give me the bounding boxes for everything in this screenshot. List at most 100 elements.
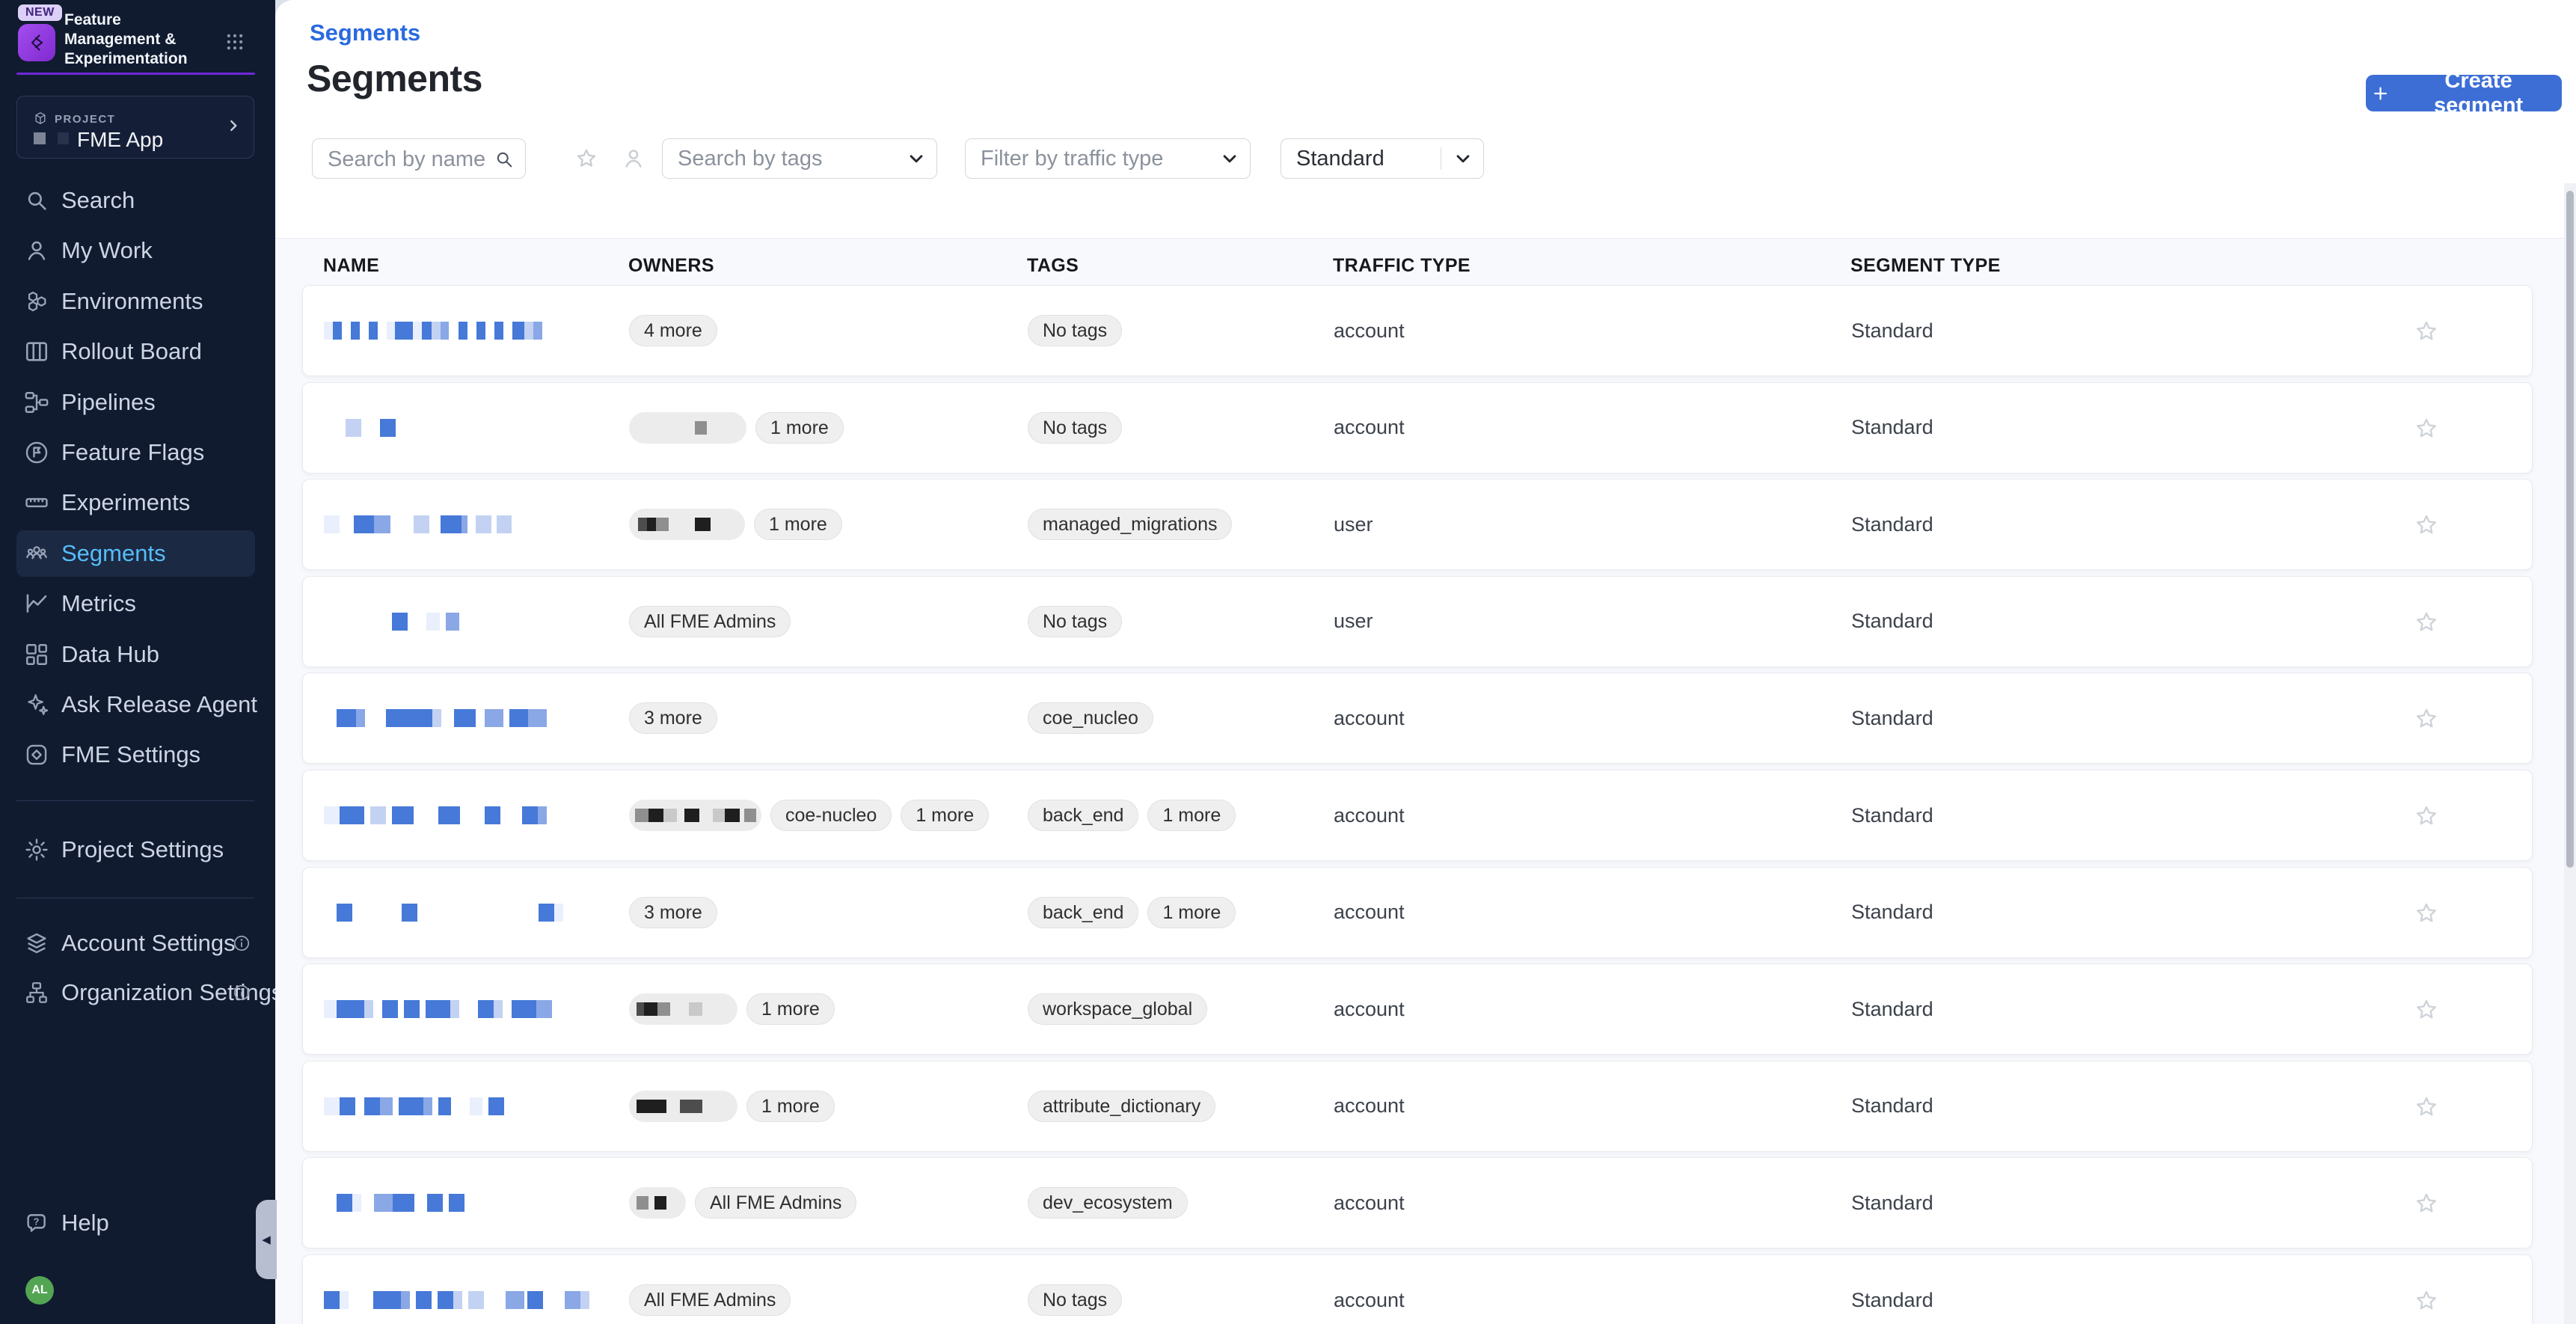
traffic-type-cell: account (1334, 868, 1405, 957)
traffic-type-value: user (1334, 513, 1373, 536)
favorite-star-icon[interactable] (2414, 997, 2439, 1023)
table-row[interactable]: 3 moreback_end1 moreaccountStandard (302, 867, 2533, 958)
sidebar-item-my-work[interactable]: My Work (16, 227, 255, 274)
segment-name-redacted[interactable] (324, 673, 547, 763)
user-avatar[interactable]: AL (25, 1276, 54, 1305)
sidebar-item-segments[interactable]: Segments (16, 530, 255, 577)
project-selector[interactable]: PROJECT FME App (16, 96, 254, 159)
favorite-star-icon[interactable] (2414, 1191, 2439, 1216)
filter-bar: Search by tags Filter by traffic type St… (275, 138, 2576, 182)
my-segments-filter-icon[interactable] (622, 147, 645, 171)
segment-type-select[interactable]: Standard (1281, 138, 1484, 179)
redacted-text-block (399, 1097, 423, 1115)
favorite-star-icon[interactable] (2414, 706, 2439, 732)
sidebar-header: NEW Feature Management & Experimentation (0, 0, 275, 75)
segment-type-value: Standard (1851, 1094, 1933, 1118)
sidebar-item-help[interactable]: Help (16, 1200, 166, 1246)
app-switcher-icon[interactable] (224, 31, 245, 52)
segment-type-cell: Standard (1851, 286, 1933, 376)
favorite-star-icon[interactable] (2414, 319, 2439, 344)
segment-type-cell: Standard (1851, 577, 1933, 666)
sidebar-collapse-handle[interactable]: ◀ (256, 1200, 277, 1279)
sidebar-item-metrics[interactable]: Metrics (16, 580, 255, 627)
redacted-text-block (494, 322, 503, 340)
table-row[interactable]: 1 moremanaged_migrationsuserStandard (302, 479, 2533, 570)
redacted-text-block (365, 709, 386, 727)
segment-name-redacted[interactable] (324, 868, 563, 957)
table-row[interactable]: All FME Adminsdev_ecosystemaccountStanda… (302, 1157, 2533, 1248)
redacted-text-block (449, 322, 459, 340)
tags-filter-select[interactable]: Search by tags (662, 138, 937, 179)
favorite-star-icon[interactable] (2414, 512, 2439, 538)
owners-cell: All FME Admins (629, 577, 791, 666)
segment-name-redacted[interactable] (324, 770, 547, 860)
sidebar-item-experiments[interactable]: Experiments (16, 479, 255, 526)
favorite-star-icon[interactable] (2414, 803, 2439, 829)
favorite-star-icon[interactable] (2414, 1094, 2439, 1120)
segment-name-redacted[interactable] (324, 286, 542, 376)
segment-name-redacted[interactable] (324, 1061, 504, 1151)
sidebar-item-data-hub[interactable]: Data Hub (16, 631, 255, 678)
column-header: TAGS (1027, 255, 1079, 277)
favorite-star-icon[interactable] (2414, 416, 2439, 441)
redacted-owner-block (629, 518, 638, 531)
segment-name-redacted[interactable] (324, 383, 396, 473)
table-row[interactable]: 1 moreattribute_dictionaryaccountStandar… (302, 1061, 2533, 1152)
sidebar-item-search[interactable]: Search (16, 177, 255, 224)
sidebar-item-rollout-board[interactable]: Rollout Board (16, 328, 255, 375)
app-logo[interactable] (18, 24, 55, 61)
redacted-text-block (467, 515, 476, 533)
fme-icon (24, 742, 49, 767)
search-icon[interactable] (494, 149, 515, 170)
sidebar-item-pipelines[interactable]: Pipelines (16, 379, 255, 426)
sidebar-item-project-settings[interactable]: Project Settings (16, 827, 255, 873)
table-row[interactable]: All FME AdminsNo tagsaccountStandard (302, 1254, 2533, 1324)
redacted-text-block (538, 806, 547, 824)
traffic-type-value: account (1334, 319, 1405, 343)
segment-name-redacted[interactable] (324, 1255, 589, 1324)
create-segment-button[interactable]: Create segment (2366, 75, 2562, 111)
redacted-text-block (470, 1097, 482, 1115)
redacted-text-block (324, 709, 337, 727)
sidebar-item-account-settings[interactable]: Account Settings (16, 920, 255, 966)
owners-cell: 1 more (629, 479, 842, 569)
search-input[interactable] (326, 143, 486, 176)
table-row[interactable]: 1 moreNo tagsaccountStandard (302, 382, 2533, 473)
table-row[interactable]: 4 moreNo tagsaccountStandard (302, 285, 2533, 376)
favorites-filter-star-icon[interactable] (574, 147, 598, 171)
favorite-star-icon[interactable] (2414, 901, 2439, 926)
segment-name-redacted[interactable] (324, 577, 459, 666)
sidebar-item-feature-flags[interactable]: Feature Flags (16, 429, 255, 476)
project-redacted-block (34, 132, 46, 144)
traffic-type-value: account (1334, 998, 1405, 1021)
segment-name-redacted[interactable] (324, 479, 512, 569)
redacted-text-block (324, 1194, 337, 1212)
redacted-owner-block (684, 809, 699, 822)
owners-cell: coe-nucleo1 more (629, 770, 989, 860)
segment-name-redacted[interactable] (324, 964, 552, 1054)
table-row[interactable]: coe-nucleo1 moreback_end1 moreaccountSta… (302, 770, 2533, 861)
redacted-text-block (373, 1000, 382, 1018)
table-row[interactable]: 1 moreworkspace_globalaccountStandard (302, 963, 2533, 1055)
sidebar-item-ask-release-agent[interactable]: Ask Release Agent (16, 681, 255, 728)
traffic-type-value: account (1334, 901, 1405, 924)
scrollbar-thumb[interactable] (2566, 191, 2574, 868)
segment-name-redacted[interactable] (324, 1158, 464, 1248)
redacted-text-block (337, 1194, 352, 1212)
table-row[interactable]: All FME AdminsNo tagsuserStandard (302, 576, 2533, 667)
sidebar-item-environments[interactable]: Environments (16, 278, 255, 325)
info-icon[interactable] (232, 934, 251, 953)
sidebar-item-fme-settings[interactable]: FME Settings (16, 732, 255, 778)
traffic-type-value: account (1334, 1094, 1405, 1118)
user-icon (24, 238, 49, 263)
redacted-owner-block (670, 1002, 689, 1016)
traffic-type-filter-select[interactable]: Filter by traffic type (965, 138, 1251, 179)
sidebar-item-organization-settings[interactable]: Organization Settings (16, 969, 255, 1016)
tags-cell: dev_ecosystem (1028, 1158, 1188, 1248)
breadcrumb[interactable]: Segments (310, 19, 420, 46)
favorite-star-icon[interactable] (2414, 1288, 2439, 1314)
favorite-star-icon[interactable] (2414, 610, 2439, 635)
info-icon[interactable] (232, 983, 251, 1002)
split-logo-icon (23, 29, 50, 56)
table-row[interactable]: 3 morecoe_nucleoaccountStandard (302, 672, 2533, 764)
